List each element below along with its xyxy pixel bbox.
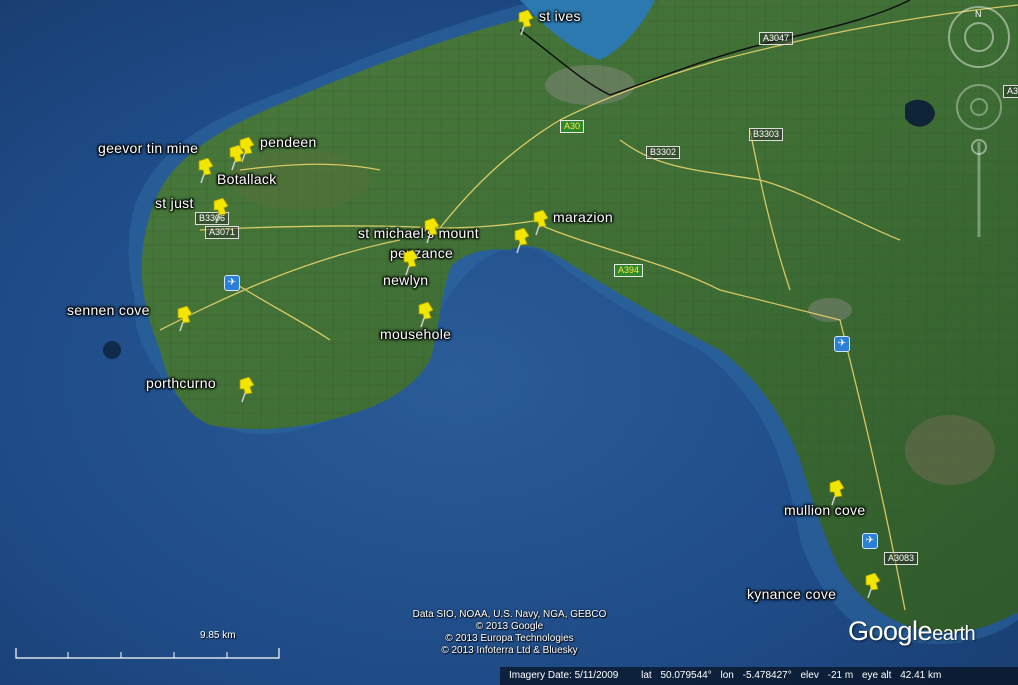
- road-label-a394: A394: [614, 264, 644, 277]
- road-label-b3303: B3303: [749, 128, 784, 141]
- place-label[interactable]: marazion: [553, 209, 613, 225]
- pushpin-icon[interactable]: [174, 306, 196, 332]
- logo-google: Google: [848, 616, 933, 646]
- lon-value: -5.478427°: [742, 670, 792, 681]
- eye-alt-value: 42.41 km: [900, 670, 942, 681]
- road-label-a3: A3: [1003, 85, 1018, 98]
- compass-icon[interactable]: N: [944, 2, 1018, 242]
- pushpin-icon[interactable]: [862, 573, 884, 599]
- airport-icon[interactable]: ✈: [224, 275, 240, 291]
- status-bar: Imagery Date: 5/11/2009 lat 50.079544° l…: [500, 667, 1018, 685]
- place-label[interactable]: Botallack: [217, 171, 277, 187]
- lat-value: 50.079544°: [660, 670, 712, 681]
- scale-label: 9.85 km: [200, 630, 236, 641]
- place-label[interactable]: st ives: [539, 8, 581, 24]
- credit-line: Data SIO, NOAA, U.S. Navy, NGA, GEBCO: [412, 609, 607, 620]
- place-label[interactable]: st michael's mount: [358, 225, 479, 241]
- google-earth-logo: Googleearth: [848, 616, 976, 647]
- place-label[interactable]: newlyn: [383, 272, 428, 288]
- pushpin-icon[interactable]: [515, 10, 537, 36]
- place-label[interactable]: kynance cove: [747, 586, 836, 602]
- place-label[interactable]: sennen cove: [67, 302, 150, 318]
- elev-value: -21 m: [827, 670, 854, 681]
- imagery-date: Imagery Date: 5/11/2009: [509, 670, 619, 681]
- scale-bar: [15, 648, 280, 659]
- pushpin-icon[interactable]: [226, 145, 248, 171]
- pushpin-icon[interactable]: [530, 210, 552, 236]
- town-area: [545, 65, 635, 105]
- airport-icon[interactable]: ✈: [834, 336, 850, 352]
- place-label[interactable]: geevor tin mine: [98, 140, 198, 156]
- pushpin-icon[interactable]: [421, 218, 443, 244]
- eye-alt-label: eye alt: [861, 670, 892, 681]
- road-label-a3083: A3083: [884, 552, 919, 565]
- credit-line: © 2013 Infoterra Ltd & Bluesky: [441, 645, 578, 656]
- logo-earth: earth: [932, 623, 976, 645]
- credit-line: © 2013 Google: [475, 621, 544, 632]
- pushpin-icon[interactable]: [195, 158, 217, 184]
- pushpin-icon[interactable]: [210, 198, 232, 224]
- moorland: [905, 415, 995, 485]
- road-label-b3302: B3302: [646, 146, 681, 159]
- credit-line: © 2013 Europa Technologies: [445, 633, 574, 644]
- place-label[interactable]: pendeen: [260, 134, 317, 150]
- imagery-credits: Data SIO, NOAA, U.S. Navy, NGA, GEBCO © …: [392, 609, 627, 657]
- place-label[interactable]: mousehole: [380, 326, 451, 342]
- place-label[interactable]: st just: [155, 195, 194, 211]
- pushpin-icon[interactable]: [415, 302, 437, 328]
- road-label-a30: A30: [560, 120, 585, 133]
- airport-icon[interactable]: ✈: [862, 533, 878, 549]
- svg-text:N: N: [975, 9, 982, 19]
- road-label-a3071: A3071: [205, 226, 240, 239]
- road-label-a3047: A3047: [759, 32, 794, 45]
- lon-label: lon: [720, 670, 734, 681]
- place-label[interactable]: mullion cove: [784, 502, 865, 518]
- elev-label: elev: [800, 670, 819, 681]
- navigation-controls[interactable]: N: [944, 2, 1018, 242]
- place-label[interactable]: porthcurno: [146, 375, 216, 391]
- lat-label: lat: [641, 670, 652, 681]
- pushpin-icon[interactable]: [236, 377, 258, 403]
